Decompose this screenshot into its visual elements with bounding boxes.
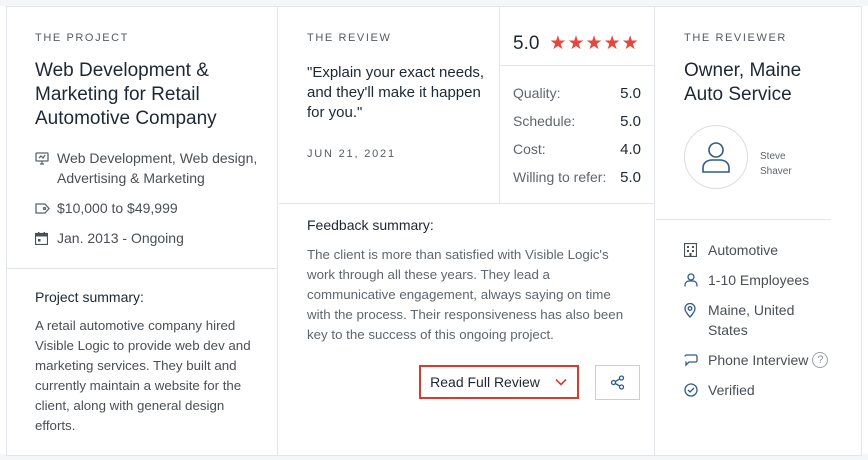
score-vertical-divider: [499, 7, 500, 203]
star-icon: ★: [567, 33, 585, 54]
budget-text: $10,000 to $49,999: [57, 200, 178, 216]
score-label: Quality:: [513, 85, 561, 101]
dates-row: Jan. 2013 - Ongoing: [35, 228, 184, 248]
industry-text: Automotive: [708, 242, 779, 258]
score-value: 4.0: [620, 141, 641, 158]
check-circle-icon: [684, 380, 700, 400]
avatar: [684, 125, 748, 189]
verified-row: Verified: [684, 380, 755, 400]
score-label: Willing to refer:: [513, 169, 607, 185]
score-willing-to-refer: Willing to refer: 5.0: [513, 169, 641, 186]
share-button[interactable]: [595, 365, 640, 400]
review-divider: [279, 203, 655, 204]
project-divider: [7, 268, 278, 269]
overall-rating: 5.0 ★ ★ ★ ★ ★: [513, 33, 639, 55]
services-text: Web Development, Web design, Advertising…: [57, 150, 258, 186]
user-icon: [701, 141, 731, 173]
project-title: Web Development & Marketing for Retail A…: [35, 60, 217, 129]
score-divider: [500, 65, 655, 66]
score-value: 5.0: [620, 113, 641, 130]
project-summary-text: A retail automotive company hired Visibl…: [35, 318, 251, 433]
help-icon[interactable]: ?: [812, 352, 829, 368]
location-row: Maine, United States: [684, 300, 814, 340]
project-summary-label: Project summary:: [35, 289, 144, 305]
interview-row: Phone Interview ?: [684, 350, 829, 370]
score-schedule: Schedule: 5.0: [513, 113, 641, 130]
building-icon: [684, 240, 700, 260]
monitor-icon: [35, 148, 51, 168]
star-icon: ★: [603, 33, 621, 54]
read-full-review-button[interactable]: Read Full Review: [419, 365, 579, 399]
chat-bubble-icon: [684, 350, 700, 370]
project-eyebrow: THE PROJECT: [35, 32, 129, 44]
location-pin-icon: [684, 300, 700, 320]
feedback-summary-label: Feedback summary:: [307, 217, 434, 233]
reviewer-divider: [656, 219, 831, 220]
review-date: JUN 21, 2021: [307, 148, 396, 160]
share-icon: [610, 375, 625, 390]
overall-score: 5.0: [513, 33, 540, 54]
score-value: 5.0: [620, 85, 641, 102]
reviewer-title: Owner, Maine Auto Service: [684, 60, 802, 105]
interview-text: Phone Interview: [708, 352, 809, 368]
reviewer-last-name: Shaver: [760, 166, 792, 177]
feedback-summary-text: The client is more than satisfied with V…: [307, 247, 624, 342]
verified-text: Verified: [708, 382, 755, 398]
reviewer-name: Steve Shaver: [760, 149, 810, 179]
star-icon: ★: [549, 33, 567, 54]
calendar-icon: [35, 228, 51, 248]
reviewer-eyebrow: THE REVIEWER: [684, 32, 787, 44]
star-icon: ★: [621, 33, 639, 54]
budget-row: $10,000 to $49,999: [35, 198, 178, 218]
review-eyebrow: THE REVIEW: [307, 32, 392, 44]
review-quote: "Explain your exact needs, and they'll m…: [307, 64, 485, 121]
score-value: 5.0: [620, 169, 641, 186]
score-label: Schedule:: [513, 113, 576, 129]
star-icon: ★: [585, 33, 603, 54]
chevron-down-icon: [554, 375, 568, 389]
score-cost: Cost: 4.0: [513, 141, 641, 158]
project-column: THE PROJECT Web Development & Marketing …: [7, 7, 278, 455]
reviewer-column: THE REVIEWER Owner, Maine Auto Service S…: [656, 7, 861, 455]
review-column: THE REVIEW "Explain your exact needs, an…: [279, 7, 655, 455]
industry-row: Automotive: [684, 240, 778, 260]
employees-text: 1-10 Employees: [708, 272, 810, 288]
review-card: THE PROJECT Web Development & Marketing …: [6, 6, 862, 456]
employees-row: 1-10 Employees: [684, 270, 809, 290]
person-icon: [684, 270, 700, 290]
reviewer-first-name: Steve: [760, 151, 786, 162]
score-label: Cost:: [513, 141, 546, 157]
star-rating: ★ ★ ★ ★ ★: [549, 34, 638, 54]
score-quality: Quality: 5.0: [513, 85, 641, 102]
location-text: Maine, United States: [708, 302, 795, 338]
services-row: Web Development, Web design, Advertising…: [35, 148, 263, 188]
read-full-review-label: Read Full Review: [430, 374, 540, 390]
dates-text: Jan. 2013 - Ongoing: [57, 230, 184, 246]
price-tag-icon: [35, 198, 51, 218]
